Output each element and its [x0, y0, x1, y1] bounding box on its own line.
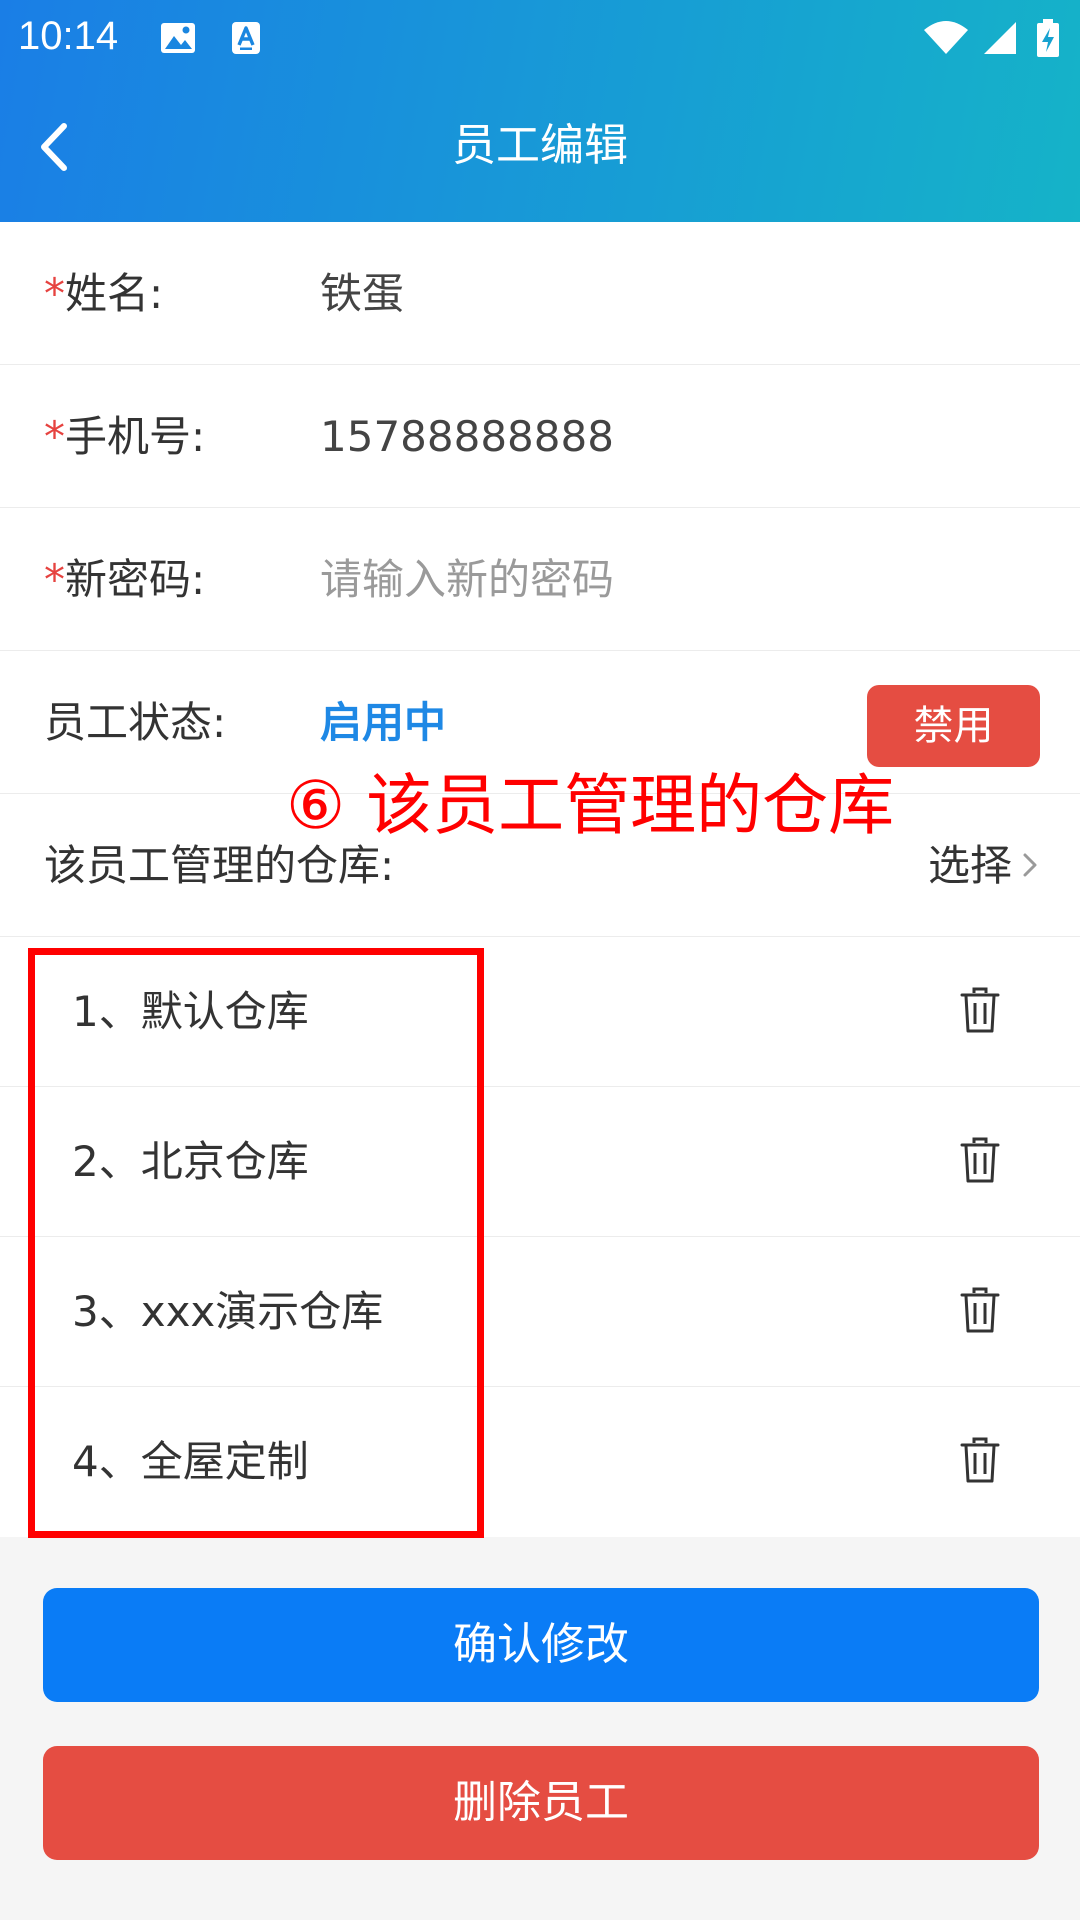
page-title: 员工编辑	[452, 120, 628, 171]
warehouses-row: 该员工管理的仓库: 选择	[0, 794, 1080, 937]
password-row: *新密码:	[0, 508, 1080, 651]
trash-icon[interactable]	[960, 987, 1000, 1033]
employee-edit-form: *姓名: 铁蛋 *手机号: 15788888888 *新密码: 员工状态: 启用…	[0, 222, 1080, 1537]
image-icon	[161, 23, 195, 53]
warehouse-item: 1、默认仓库	[0, 937, 1080, 1087]
new-password-input[interactable]	[320, 544, 1020, 614]
status-bar: 10:14	[0, 0, 1080, 72]
select-warehouse-button[interactable]: 选择	[928, 794, 1040, 937]
warehouse-item: 4、全屋定制	[0, 1387, 1080, 1537]
status-time: 10:14	[18, 14, 119, 58]
warehouses-label: 该员工管理的仓库:	[44, 841, 395, 890]
font-badge-icon	[232, 22, 260, 54]
warehouse-item: 2、北京仓库	[0, 1087, 1080, 1237]
warehouse-name: 2、北京仓库	[72, 1137, 309, 1186]
warehouse-item: 3、xxx演示仓库	[0, 1237, 1080, 1387]
trash-icon[interactable]	[960, 1437, 1000, 1483]
app-header: 10:14 员工编辑	[0, 0, 1080, 222]
required-mark: *	[44, 412, 65, 461]
status-value: 启用中	[320, 698, 447, 747]
warehouse-name: 3、xxx演示仓库	[72, 1287, 384, 1336]
battery-charging-icon	[1037, 19, 1059, 57]
name-row: *姓名: 铁蛋	[0, 222, 1080, 365]
name-label: *姓名:	[44, 269, 164, 318]
status-row: 员工状态: 启用中 禁用	[0, 651, 1080, 794]
trash-icon[interactable]	[960, 1287, 1000, 1333]
disable-button[interactable]: 禁用	[867, 685, 1040, 767]
select-label: 选择	[927, 841, 1012, 890]
nav-bar: 员工编辑	[0, 72, 1080, 222]
password-label: *新密码:	[44, 555, 206, 604]
confirm-edit-button[interactable]: 确认修改	[43, 1588, 1039, 1702]
delete-employee-button[interactable]: 删除员工	[43, 1746, 1039, 1860]
required-mark: *	[44, 555, 65, 604]
cellular-signal-icon	[984, 22, 1016, 54]
status-label: 员工状态:	[44, 698, 227, 747]
wifi-icon	[924, 21, 968, 54]
warehouse-name: 1、默认仓库	[72, 987, 309, 1036]
warehouse-name: 4、全屋定制	[72, 1437, 309, 1486]
trash-icon[interactable]	[960, 1137, 1000, 1183]
phone-row: *手机号: 15788888888	[0, 365, 1080, 508]
warehouse-list: 1、默认仓库 2、北京仓库 3、xxx演示仓库 4、全屋定制	[0, 937, 1080, 1537]
name-field[interactable]: 铁蛋	[320, 222, 404, 365]
required-mark: *	[44, 269, 65, 318]
phone-label: *手机号:	[44, 412, 206, 461]
phone-field[interactable]: 15788888888	[320, 365, 614, 508]
chevron-right-icon	[1023, 853, 1037, 876]
